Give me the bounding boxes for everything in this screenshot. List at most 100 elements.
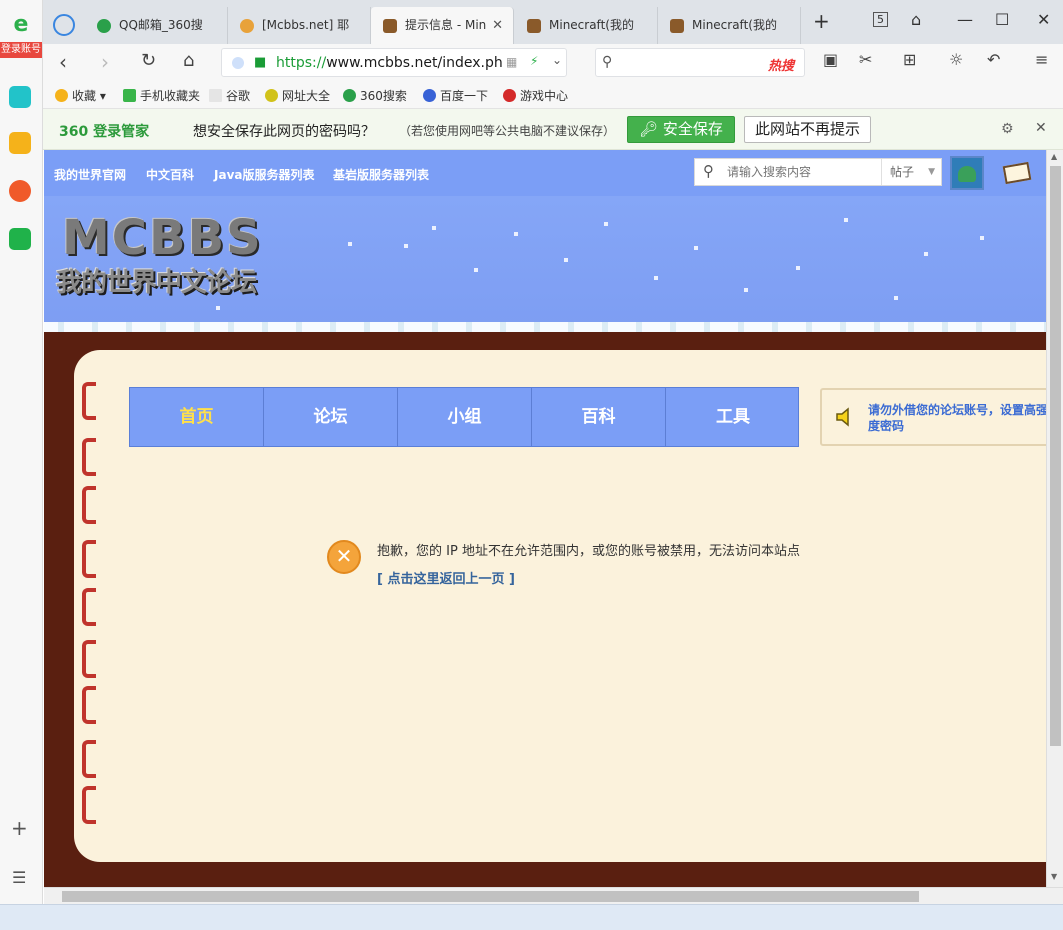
bookmark-favorites[interactable]: 收藏 ▾ bbox=[55, 87, 106, 104]
horizontal-scrollbar[interactable] bbox=[44, 887, 1063, 904]
error-x-icon: ✕ bbox=[327, 540, 361, 574]
speaker-icon bbox=[836, 407, 849, 427]
menu-home[interactable]: 首页 bbox=[130, 388, 264, 446]
search-box[interactable]: ⚲ 热搜 bbox=[595, 48, 805, 77]
snowflake bbox=[604, 222, 608, 226]
menu-list-icon[interactable]: ☰ bbox=[12, 868, 26, 887]
go-back-link[interactable]: [ 点击这里返回上一页 ] bbox=[377, 568, 515, 587]
tab-notice-active[interactable]: 提示信息 - Min ✕ bbox=[371, 7, 514, 44]
mcbbs-logo[interactable]: MCBBS 我的世界中文论坛 bbox=[52, 210, 322, 300]
tab-qqmail[interactable]: QQ邮箱_360搜 bbox=[85, 7, 228, 44]
safe-save-button[interactable]: 🔑︎ 安全保存 bbox=[627, 116, 735, 143]
snowflake bbox=[694, 246, 698, 250]
maximize-button[interactable]: ☐ bbox=[995, 10, 1009, 29]
snowflake bbox=[924, 252, 928, 256]
hot-search-label[interactable]: 热搜 bbox=[768, 55, 794, 74]
taskbar bbox=[0, 904, 1063, 930]
message-envelope-icon[interactable] bbox=[1002, 161, 1032, 185]
back-icon[interactable]: ‹ bbox=[59, 50, 67, 74]
site-nav-icon bbox=[265, 89, 278, 102]
tab-favicon-icon bbox=[527, 19, 541, 33]
tab-favicon-icon bbox=[240, 19, 254, 33]
menu-tools[interactable]: 工具 bbox=[666, 388, 800, 446]
undo-icon[interactable]: ↶ bbox=[987, 50, 1000, 69]
site-info-icon[interactable] bbox=[232, 57, 244, 69]
qr-icon[interactable]: ▦ bbox=[506, 55, 517, 69]
new-tab-button[interactable]: + bbox=[813, 9, 830, 33]
key-icon: 🔑︎ bbox=[639, 120, 663, 138]
bookmark-label: 谷歌 bbox=[226, 89, 251, 103]
bookmark-label: 游戏中心 bbox=[520, 89, 569, 103]
vertical-scrollbar[interactable]: ▲ ▼ bbox=[1046, 150, 1063, 887]
mail-icon[interactable] bbox=[9, 228, 31, 250]
browser-sidebar: e 登录账号 + ☰ bbox=[0, 0, 43, 912]
user-avatar[interactable] bbox=[950, 156, 984, 190]
chevron-down-icon: ▼ bbox=[928, 167, 935, 177]
browser-logo-icon[interactable]: e bbox=[8, 12, 34, 38]
nav-wiki[interactable]: 中文百科 bbox=[146, 166, 194, 183]
scroll-up-icon[interactable]: ▲ bbox=[1051, 152, 1057, 161]
vertical-scroll-thumb[interactable] bbox=[1050, 166, 1061, 746]
bookmark-mobile[interactable]: 手机收藏夹 bbox=[123, 87, 200, 104]
tab-mcbbs[interactable]: [Mcbbs.net] 耶 bbox=[228, 7, 371, 44]
weibo-icon[interactable] bbox=[9, 180, 31, 202]
tab-label: [Mcbbs.net] 耶 bbox=[262, 18, 350, 32]
tab-minecraft-2[interactable]: Minecraft(我的 bbox=[658, 7, 801, 44]
scroll-down-icon[interactable]: ▼ bbox=[1051, 872, 1057, 881]
gear-icon[interactable]: ⚙ bbox=[1001, 121, 1014, 137]
lock-icon: ■ bbox=[254, 55, 267, 70]
binder-ring bbox=[82, 588, 96, 626]
save-label: 安全保存 bbox=[662, 120, 723, 138]
360-search-icon bbox=[343, 89, 356, 102]
close-icon[interactable]: ✕ bbox=[1035, 120, 1047, 136]
nav-official-site[interactable]: 我的世界官网 bbox=[54, 166, 126, 183]
nav-java-servers[interactable]: Java版服务器列表 bbox=[214, 166, 314, 183]
home-icon[interactable]: ⌂ bbox=[183, 50, 194, 71]
minimize-button[interactable]: — bbox=[957, 10, 973, 29]
speed-bolt-icon[interactable]: ⚡ bbox=[530, 54, 538, 68]
bookmark-baidu[interactable]: 百度一下 bbox=[423, 87, 488, 104]
favorites-star-icon[interactable] bbox=[9, 132, 31, 154]
reload-icon[interactable]: ↻ bbox=[141, 50, 156, 71]
snowflake bbox=[348, 242, 352, 246]
password-prompt-text: 想安全保存此网页的密码吗？ bbox=[193, 124, 375, 140]
search-type-select[interactable]: 帖子 ▼ bbox=[881, 159, 943, 185]
apps-grid-icon[interactable]: ⊞ bbox=[903, 50, 916, 69]
site-top-nav: 我的世界官网 中文百科 Java版服务器列表 基岩版服务器列表 ⚲ 帖子 ▼ bbox=[44, 150, 1046, 196]
close-tab-icon[interactable]: ✕ bbox=[492, 7, 503, 44]
snowflake bbox=[894, 296, 898, 300]
bookmark-games[interactable]: 游戏中心 bbox=[503, 87, 568, 104]
nav-bedrock-servers[interactable]: 基岩版服务器列表 bbox=[333, 166, 429, 183]
snowflake bbox=[980, 236, 984, 240]
scissors-icon[interactable]: ✂ bbox=[859, 50, 872, 69]
url-text: https://www.mcbbs.net/index.ph bbox=[276, 55, 503, 71]
navigate-compass-icon[interactable] bbox=[53, 14, 75, 36]
dropdown-chevron-icon[interactable]: ⌄ bbox=[552, 53, 562, 67]
menu-forum[interactable]: 论坛 bbox=[264, 388, 398, 446]
menu-wiki[interactable]: 百科 bbox=[532, 388, 666, 446]
tab-count-badge[interactable]: 5 bbox=[873, 12, 888, 27]
search-icon[interactable]: ⚲ bbox=[703, 162, 714, 180]
snowflake bbox=[654, 276, 658, 280]
baidu-paw-icon bbox=[423, 89, 436, 102]
medical-icon[interactable] bbox=[9, 86, 31, 108]
bookmark-hao[interactable]: 网址大全 bbox=[265, 87, 330, 104]
login-account-button[interactable]: 登录账号 bbox=[0, 42, 42, 58]
bookmarks-bar: 收藏 ▾ 手机收藏夹 谷歌 网址大全 360搜索 百度一下 游戏中心 bbox=[43, 81, 1063, 109]
close-window-button[interactable]: ✕ bbox=[1037, 10, 1050, 29]
main-menu-icon[interactable]: ≡ bbox=[1035, 50, 1048, 69]
never-prompt-button[interactable]: 此网站不再提示 bbox=[744, 116, 871, 143]
announcement-text[interactable]: 请勿外借您的论坛账号，设置高强度密码 bbox=[868, 402, 1046, 434]
skin-shirt-icon[interactable]: ⌂ bbox=[911, 10, 921, 29]
reader-mode-icon[interactable]: ▣ bbox=[823, 50, 838, 69]
forward-icon[interactable]: › bbox=[101, 50, 109, 74]
bookmark-360search[interactable]: 360搜索 bbox=[343, 87, 407, 104]
add-icon[interactable]: + bbox=[11, 816, 28, 840]
brightness-icon[interactable]: ☼ bbox=[949, 50, 963, 69]
site-search-input[interactable] bbox=[727, 162, 877, 182]
address-bar[interactable]: ■ https://www.mcbbs.net/index.ph ▦ ⚡ ⌄ bbox=[221, 48, 567, 77]
bookmark-google[interactable]: 谷歌 bbox=[209, 87, 250, 104]
menu-groups[interactable]: 小组 bbox=[398, 388, 532, 446]
horizontal-scroll-thumb[interactable] bbox=[62, 891, 919, 902]
tab-minecraft-1[interactable]: Minecraft(我的 bbox=[515, 7, 658, 44]
